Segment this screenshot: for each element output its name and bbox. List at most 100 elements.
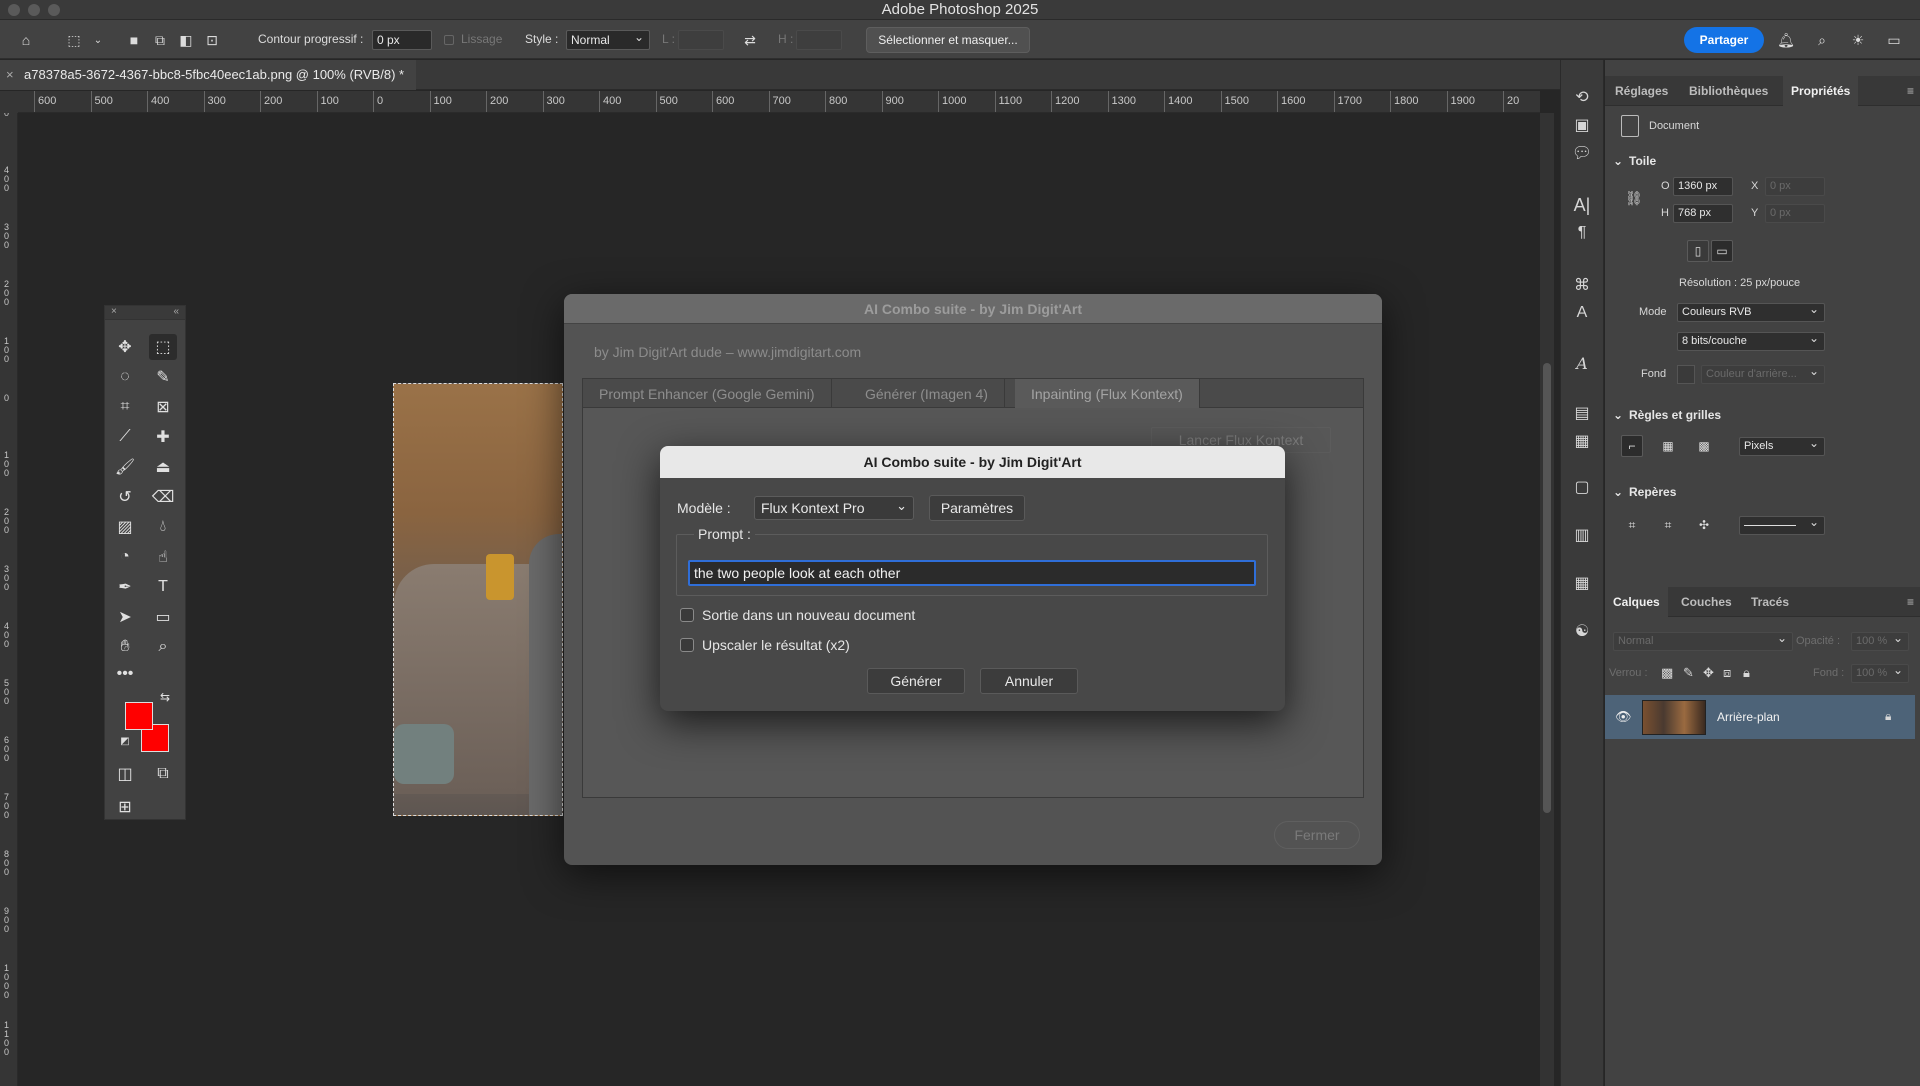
object-select-icon[interactable]: ◌ [111, 364, 139, 390]
swatches-icon[interactable]: ▢ [1569, 474, 1595, 500]
portrait-orientation-icon[interactable]: ▯ [1687, 240, 1709, 262]
prompt-input[interactable]: the two people look at each other [688, 560, 1256, 586]
bit-depth-select[interactable]: 8 bits/couche [1677, 330, 1825, 351]
scrollbar-thumb[interactable] [1543, 363, 1551, 813]
height-input[interactable] [796, 30, 842, 50]
hand-tool-icon[interactable]: ✋︎ [111, 634, 139, 660]
eye-icon[interactable]: 👁︎ [1615, 709, 1632, 725]
swap-colors-icon[interactable]: ⇆ [151, 684, 179, 710]
tab-adjustments[interactable]: Réglages [1615, 76, 1668, 106]
guide-style-select[interactable] [1739, 514, 1825, 535]
lock-position-icon[interactable]: ✥ [1703, 665, 1714, 681]
move-tool-icon[interactable]: ✥ [111, 334, 139, 360]
link-icon[interactable]: ⛓ [1625, 190, 1643, 207]
landscape-orientation-icon[interactable]: ▭ [1711, 240, 1733, 262]
fond-color-swatch[interactable] [1677, 365, 1695, 384]
bell-icon[interactable]: 🔔︎ [1776, 30, 1796, 50]
rulers-section-toggle[interactable]: ⌄ [1613, 408, 1623, 422]
tools-panel-header[interactable]: × « [105, 306, 185, 320]
feather-input[interactable]: 0 px [372, 30, 432, 50]
quick-select-icon[interactable]: ✎ [149, 364, 177, 390]
document-tab[interactable]: × a78378a5-3672-4367-bbc8-5fbc40eec1ab.p… [0, 60, 417, 90]
more-tools-icon[interactable]: ••• [111, 661, 139, 687]
zoom-window-button[interactable] [48, 4, 60, 16]
comments-icon[interactable]: 💬︎ [1569, 140, 1595, 166]
blur-tool-icon[interactable]: 💧︎ [149, 514, 177, 540]
lock-artboard-icon[interactable]: ⧈ [1723, 665, 1731, 681]
canvas-x-input[interactable]: 0 px [1765, 177, 1825, 196]
guides-icon[interactable]: ⌗ [1621, 514, 1643, 536]
smudge-tool-icon[interactable]: ☝ [149, 544, 177, 570]
intersect-selection-icon[interactable]: ⊡ [202, 30, 222, 50]
eraser-icon[interactable]: ⌫ [149, 484, 177, 510]
canvas-section-toggle[interactable]: ⌄ [1613, 154, 1623, 168]
tab-libraries[interactable]: Bibliothèques [1689, 76, 1768, 106]
character-styles-icon[interactable]: A [1569, 300, 1595, 326]
canvas-y-input[interactable]: 0 px [1765, 204, 1825, 223]
type-tool-icon[interactable]: T [149, 574, 177, 600]
path-select-icon[interactable]: ➤ [111, 604, 139, 630]
history-icon[interactable]: ⟲ [1569, 84, 1595, 110]
layers-menu-icon[interactable]: ≡ [1907, 587, 1914, 617]
glyph-icon[interactable]: A [1569, 350, 1595, 376]
minimize-window-button[interactable] [28, 4, 40, 16]
close-window-button[interactable] [8, 4, 20, 16]
lock-all-icon[interactable]: 🔒︎ [1743, 665, 1750, 681]
select-and-mask-button[interactable]: Sélectionner et masquer... [866, 27, 1030, 53]
home-icon[interactable]: ⌂ [16, 30, 36, 50]
generative-fill-icon[interactable]: ⊞ [111, 794, 139, 820]
table-icon[interactable]: ▦ [1569, 570, 1595, 596]
tab-layers[interactable]: Calques [1605, 587, 1668, 617]
parameters-button[interactable]: Paramètres [929, 495, 1025, 521]
search-icon[interactable]: ⌕ [1812, 30, 1832, 50]
screen-mode-icon[interactable]: ⧉ [149, 761, 177, 787]
new-document-checkbox[interactable] [680, 608, 694, 622]
plugin-icon[interactable]: ▣ [1569, 112, 1595, 138]
tab-generate-imagen[interactable]: Générer (Imagen 4) [849, 379, 1005, 409]
pixel-grid-icon[interactable]: ▩ [1693, 435, 1715, 457]
fond-select[interactable]: Couleur d'arrière... [1701, 363, 1825, 384]
paragraph-icon[interactable]: ¶ [1569, 220, 1595, 246]
model-select[interactable]: Flux Kontext Pro ⌄ [754, 496, 914, 520]
clone-stamp-icon[interactable]: ⏏ [149, 454, 177, 480]
patterns-icon[interactable]: ▥ [1569, 522, 1595, 548]
plugin-close-button[interactable]: Fermer [1274, 821, 1360, 849]
width-input[interactable] [678, 30, 724, 50]
properties-icon[interactable]: ▤ [1569, 400, 1595, 426]
frame-tool-icon[interactable]: ⊠ [149, 394, 177, 420]
guides-section-toggle[interactable]: ⌄ [1613, 485, 1623, 499]
crop-tool-icon[interactable]: ⌗ [111, 394, 139, 420]
canvas-scrollbar[interactable] [1540, 113, 1554, 1086]
add-selection-icon[interactable]: ⧉ [150, 30, 170, 50]
layer-lock-icon[interactable]: 🔒︎ [1885, 709, 1891, 724]
tab-inpainting-flux[interactable]: Inpainting (Flux Kontext) [1015, 379, 1200, 409]
opacity-input[interactable]: 100 % [1851, 630, 1909, 651]
grid-toggle-icon[interactable]: ▦ [1657, 435, 1679, 457]
ruler-units-select[interactable]: Pixels [1739, 435, 1825, 456]
eyedropper-icon[interactable]: ⟋ [111, 424, 139, 450]
workspace-icon[interactable]: ▭ [1884, 30, 1904, 50]
color-mode-select[interactable]: Couleurs RVB [1677, 301, 1825, 322]
dodge-tool-icon[interactable]: ◔ [111, 544, 139, 570]
gradient-tool-icon[interactable]: ▨ [111, 514, 139, 540]
chevron-down-icon[interactable]: ⌄ [88, 30, 108, 50]
lightbulb-icon[interactable]: ☀ [1848, 30, 1868, 50]
horizontal-ruler[interactable]: 600 500 400 300 200 100 0 100 200 300 400 500 600 700… [18, 91, 1540, 113]
upscale-checkbox[interactable] [680, 638, 694, 652]
layer-row[interactable]: 👁︎ Arrière-plan 🔒︎ [1605, 695, 1915, 739]
quick-mask-icon[interactable]: ◫ [111, 761, 139, 787]
antialias-checkbox[interactable] [444, 35, 454, 45]
lock-paint-icon[interactable]: ✎ [1683, 665, 1694, 681]
style-select[interactable]: Normal [566, 28, 650, 50]
blend-mode-select[interactable]: Normal [1613, 630, 1793, 651]
cancel-button[interactable]: Annuler [980, 668, 1078, 694]
swap-dimensions-icon[interactable]: ⇄ [740, 30, 760, 50]
character-icon[interactable]: A| [1569, 192, 1595, 218]
document-image[interactable] [393, 383, 563, 816]
smart-guides-icon[interactable]: ✣ [1693, 514, 1715, 536]
glyphs-icon[interactable]: ⌘ [1569, 272, 1595, 298]
generate-button[interactable]: Générer [867, 668, 965, 694]
rectangle-tool-icon[interactable]: ▭ [149, 604, 177, 630]
canvas-width-input[interactable]: 1360 px [1673, 177, 1733, 196]
default-colors-icon[interactable]: ◩ [111, 728, 139, 754]
